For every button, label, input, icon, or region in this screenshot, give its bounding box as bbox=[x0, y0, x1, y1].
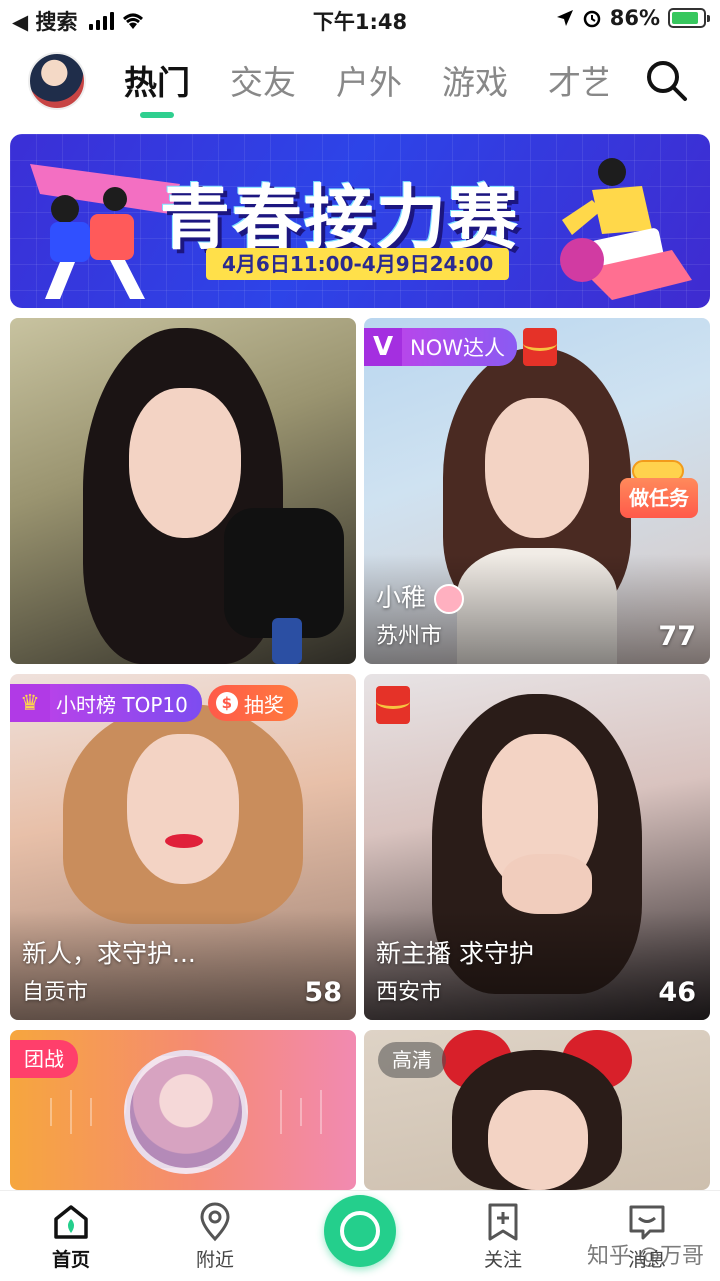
lottery-label: 抽奖 bbox=[243, 692, 284, 717]
user-avatar[interactable] bbox=[28, 52, 86, 110]
start-live-button[interactable] bbox=[324, 1195, 396, 1267]
dollar-coin-icon: $ bbox=[215, 692, 238, 714]
lottery-badge[interactable]: $ 抽奖 bbox=[207, 685, 298, 721]
sound-wave bbox=[70, 1090, 72, 1134]
streamer-name: 小稚 bbox=[376, 583, 427, 612]
banner-date: 4月6日11:00-4月9日24:00 bbox=[206, 248, 510, 280]
red-packet-icon[interactable] bbox=[523, 328, 558, 366]
watermark: 知乎 @万哥 bbox=[587, 1244, 704, 1269]
team-battle-badge: 团战 bbox=[10, 1040, 78, 1078]
microphone-stand bbox=[272, 618, 302, 664]
message-icon bbox=[629, 1205, 665, 1240]
card-city: 西安市 bbox=[376, 980, 443, 1005]
card-title: 新主播 求守护 bbox=[376, 939, 534, 968]
v-verified-icon: V bbox=[364, 328, 402, 366]
live-card-1[interactable] bbox=[10, 318, 356, 664]
sound-wave bbox=[300, 1098, 302, 1126]
viewer-count: 77 bbox=[658, 621, 696, 652]
card-city: 苏州市 bbox=[376, 624, 443, 649]
tab-talent[interactable]: 才艺 bbox=[548, 56, 608, 104]
search-icon[interactable] bbox=[644, 58, 690, 104]
nav-home-label: 首页 bbox=[51, 1249, 90, 1271]
nav-home[interactable]: 首页 bbox=[16, 1201, 126, 1272]
do-task-button[interactable]: 做任务 bbox=[620, 460, 698, 522]
tab-games[interactable]: 游戏 bbox=[442, 56, 508, 104]
sound-wave bbox=[50, 1098, 52, 1126]
tab-hot[interactable]: 热门 bbox=[124, 56, 190, 118]
do-task-label: 做任务 bbox=[620, 478, 698, 518]
bookmark-plus-icon bbox=[488, 1203, 518, 1241]
red-packet-icon[interactable] bbox=[376, 686, 410, 724]
nav-nearby-label: 附近 bbox=[195, 1249, 234, 1271]
home-icon bbox=[54, 1205, 88, 1239]
category-tabs: 热门 交友 户外 游戏 才艺 bbox=[124, 56, 608, 118]
banner-runner-illustration-right bbox=[560, 158, 692, 300]
live-card-4[interactable]: 新主播 求守护 西安市 46 bbox=[364, 674, 710, 1020]
tab-outdoor[interactable]: 户外 bbox=[336, 56, 402, 104]
nav-follow[interactable]: 关注 bbox=[448, 1201, 558, 1272]
location-arrow-icon bbox=[556, 10, 573, 26]
sound-wave bbox=[90, 1098, 92, 1126]
tab-friends[interactable]: 交友 bbox=[230, 56, 296, 104]
live-card-3[interactable]: ♛ 小时榜 TOP10 $ 抽奖 新人，求守护... 自贡市 58 bbox=[10, 674, 356, 1020]
live-card-5[interactable]: 团战 bbox=[10, 1030, 356, 1190]
now-talent-badge: V NOW达人 bbox=[364, 328, 518, 366]
card-title: 小稚 bbox=[376, 578, 465, 614]
viewer-count: 58 bbox=[304, 977, 342, 1008]
live-card-6[interactable]: 高清 bbox=[364, 1030, 710, 1190]
location-pin-icon bbox=[200, 1202, 230, 1242]
event-banner[interactable]: 青春接力赛 4月6日11:00-4月9日24:00 bbox=[10, 134, 710, 308]
status-bar: ◀ 搜索 下午1:48 86% bbox=[0, 0, 720, 40]
nav-nearby[interactable]: 附近 bbox=[160, 1201, 270, 1272]
card-city: 自贡市 bbox=[22, 980, 89, 1005]
hd-badge: 高清 bbox=[378, 1042, 446, 1078]
card-title: 新人，求守护... bbox=[22, 939, 196, 968]
emoji-avatar-icon bbox=[434, 584, 465, 614]
streamer-portrait bbox=[412, 1030, 662, 1190]
viewer-count: 46 bbox=[658, 977, 696, 1008]
card-2-badges: V NOW达人 bbox=[364, 328, 558, 366]
battery-icon bbox=[668, 8, 710, 28]
hourly-rank-badge: ♛ 小时榜 TOP10 bbox=[10, 684, 202, 722]
crown-icon: ♛ bbox=[10, 684, 50, 722]
sound-wave bbox=[280, 1090, 282, 1134]
streamer-avatar bbox=[124, 1050, 248, 1174]
hourly-rank-label: 小时榜 TOP10 bbox=[56, 692, 188, 717]
top-nav: 热门 交友 户外 游戏 才艺 bbox=[0, 44, 720, 120]
alarm-icon bbox=[583, 10, 600, 28]
now-talent-label: NOW达人 bbox=[410, 336, 506, 360]
nav-follow-label: 关注 bbox=[483, 1249, 522, 1271]
battery-percent: 86% bbox=[609, 6, 660, 30]
card-3-badges: ♛ 小时榜 TOP10 $ 抽奖 bbox=[10, 684, 298, 722]
live-card-2[interactable]: V NOW达人 做任务 小稚 苏州市 77 bbox=[364, 318, 710, 664]
sound-wave bbox=[320, 1090, 322, 1134]
